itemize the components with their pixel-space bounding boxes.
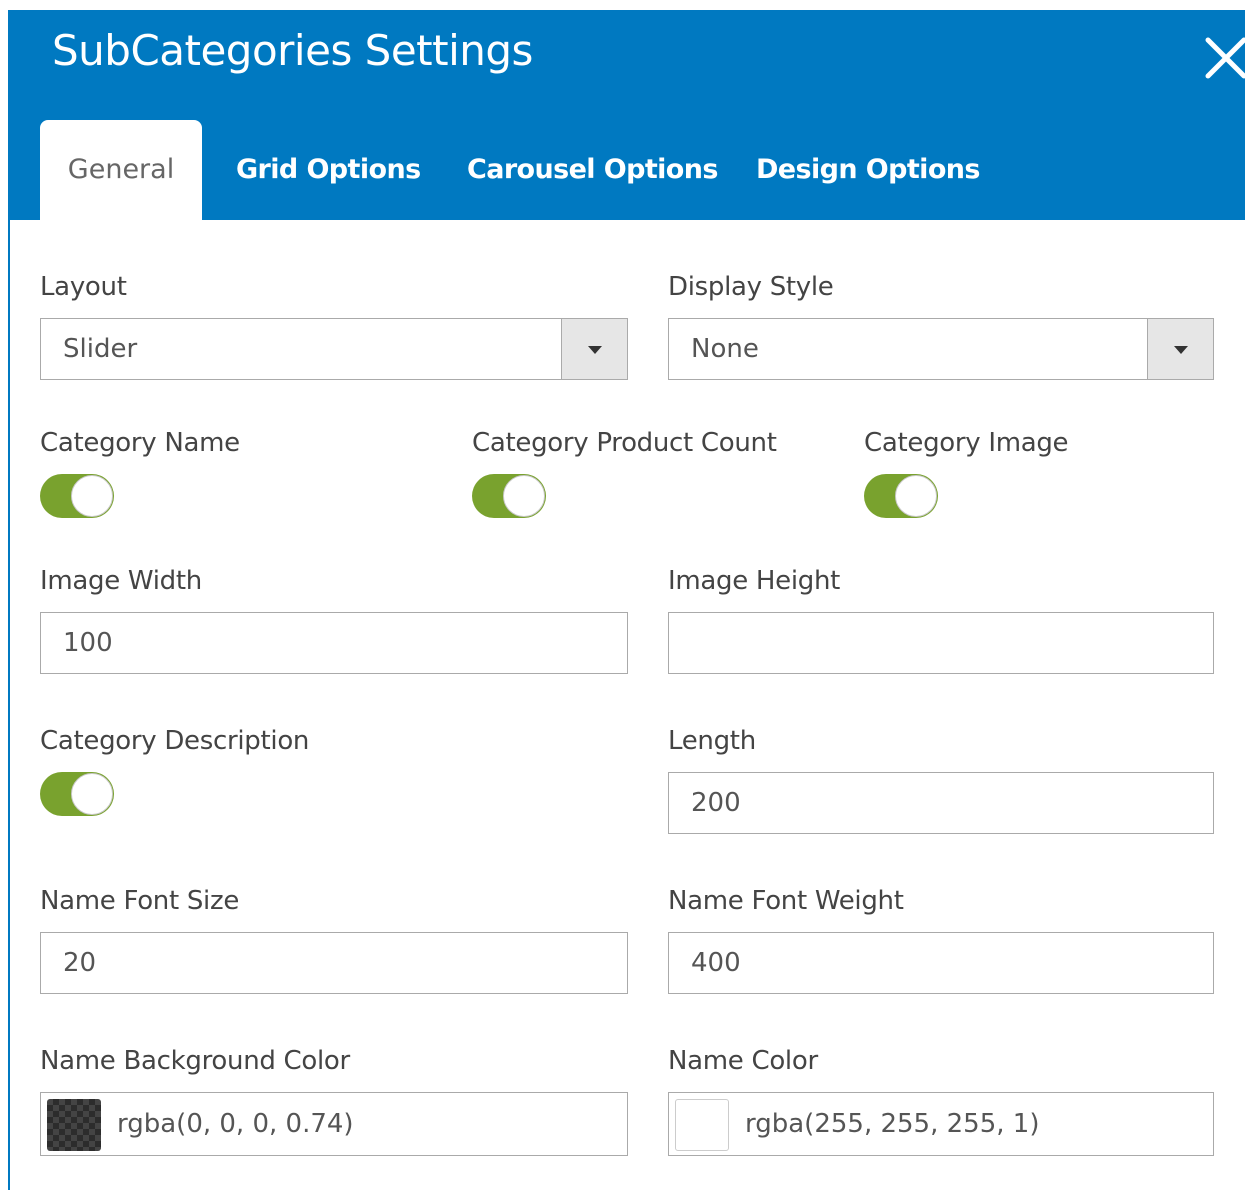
name-background-color-input[interactable]: rgba(0, 0, 0, 0.74) — [40, 1092, 628, 1156]
modal-title: SubCategories Settings — [52, 26, 533, 75]
chevron-down-icon — [588, 346, 602, 354]
modal-header: SubCategories Settings General Grid Opti… — [8, 10, 1245, 220]
name-font-size-input[interactable]: 20 — [40, 932, 628, 994]
name-color-value: rgba(255, 255, 255, 1) — [745, 1109, 1040, 1139]
name-color-input[interactable]: rgba(255, 255, 255, 1) — [668, 1092, 1214, 1156]
toggle-knob — [895, 475, 937, 517]
display-style-dropdown-button[interactable] — [1147, 319, 1213, 379]
settings-modal: SubCategories Settings General Grid Opti… — [8, 10, 1245, 1190]
name-font-weight-input[interactable]: 400 — [668, 932, 1214, 994]
toggle-knob — [71, 773, 113, 815]
category-image-toggle[interactable] — [864, 474, 938, 518]
name-background-color-value: rgba(0, 0, 0, 0.74) — [117, 1109, 354, 1139]
category-description-label: Category Description — [40, 726, 310, 756]
color-swatch[interactable] — [47, 1099, 101, 1151]
layout-dropdown-button[interactable] — [561, 319, 627, 379]
length-input[interactable]: 200 — [668, 772, 1214, 834]
category-product-count-toggle[interactable] — [472, 474, 546, 518]
toggle-knob — [503, 475, 545, 517]
chevron-down-icon — [1174, 346, 1188, 354]
tab-carousel-options[interactable]: Carousel Options — [467, 120, 718, 220]
image-height-input[interactable] — [668, 612, 1214, 674]
name-font-weight-label: Name Font Weight — [668, 886, 904, 916]
category-product-count-label: Category Product Count — [472, 428, 777, 458]
color-swatch[interactable] — [675, 1099, 729, 1151]
layout-select[interactable]: Slider — [40, 318, 628, 380]
display-style-value: None — [691, 334, 759, 364]
image-height-label: Image Height — [668, 566, 841, 596]
toggle-knob — [71, 475, 113, 517]
category-name-label: Category Name — [40, 428, 240, 458]
tab-grid-options[interactable]: Grid Options — [236, 120, 421, 220]
tab-general[interactable]: General — [40, 120, 202, 220]
close-icon[interactable] — [1204, 36, 1245, 80]
image-width-label: Image Width — [40, 566, 202, 596]
layout-value: Slider — [63, 334, 138, 364]
image-width-input[interactable]: 100 — [40, 612, 628, 674]
length-label: Length — [668, 726, 756, 756]
category-image-label: Category Image — [864, 428, 1069, 458]
display-style-label: Display Style — [668, 272, 834, 302]
layout-label: Layout — [40, 272, 127, 302]
display-style-select[interactable]: None — [668, 318, 1214, 380]
tab-design-options[interactable]: Design Options — [756, 120, 980, 220]
tab-bar: General Grid Options Carousel Options De… — [8, 120, 1245, 220]
name-color-label: Name Color — [668, 1046, 818, 1076]
name-background-color-label: Name Background Color — [40, 1046, 350, 1076]
name-font-size-label: Name Font Size — [40, 886, 240, 916]
category-name-toggle[interactable] — [40, 474, 114, 518]
category-description-toggle[interactable] — [40, 772, 114, 816]
